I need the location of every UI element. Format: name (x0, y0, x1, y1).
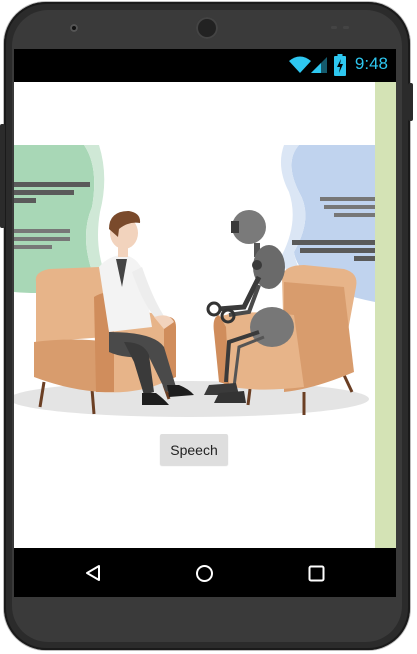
battery-charging-icon (334, 54, 346, 81)
recents-icon[interactable] (308, 565, 325, 587)
home-icon[interactable] (195, 564, 214, 588)
proximity-sensor (331, 26, 337, 29)
earpiece-speaker (196, 17, 218, 39)
front-camera (70, 24, 78, 32)
app-content: Speech (14, 82, 396, 548)
cellular-signal-icon (311, 57, 327, 78)
phone-side-button-left (0, 124, 5, 228)
status-bar: 9:48 (14, 49, 396, 82)
phone-side-button-right (408, 83, 413, 121)
phone-screen: 9:48 Speech (14, 49, 396, 597)
navigation-bar (14, 548, 396, 597)
status-time: 9:48 (354, 54, 388, 73)
back-icon[interactable] (84, 564, 102, 587)
speech-button[interactable]: Speech (160, 434, 228, 465)
human-and-robot-conversation-illustration (14, 137, 375, 427)
wifi-icon (289, 56, 311, 79)
right-side-panel (375, 82, 396, 548)
light-sensor (343, 26, 349, 29)
